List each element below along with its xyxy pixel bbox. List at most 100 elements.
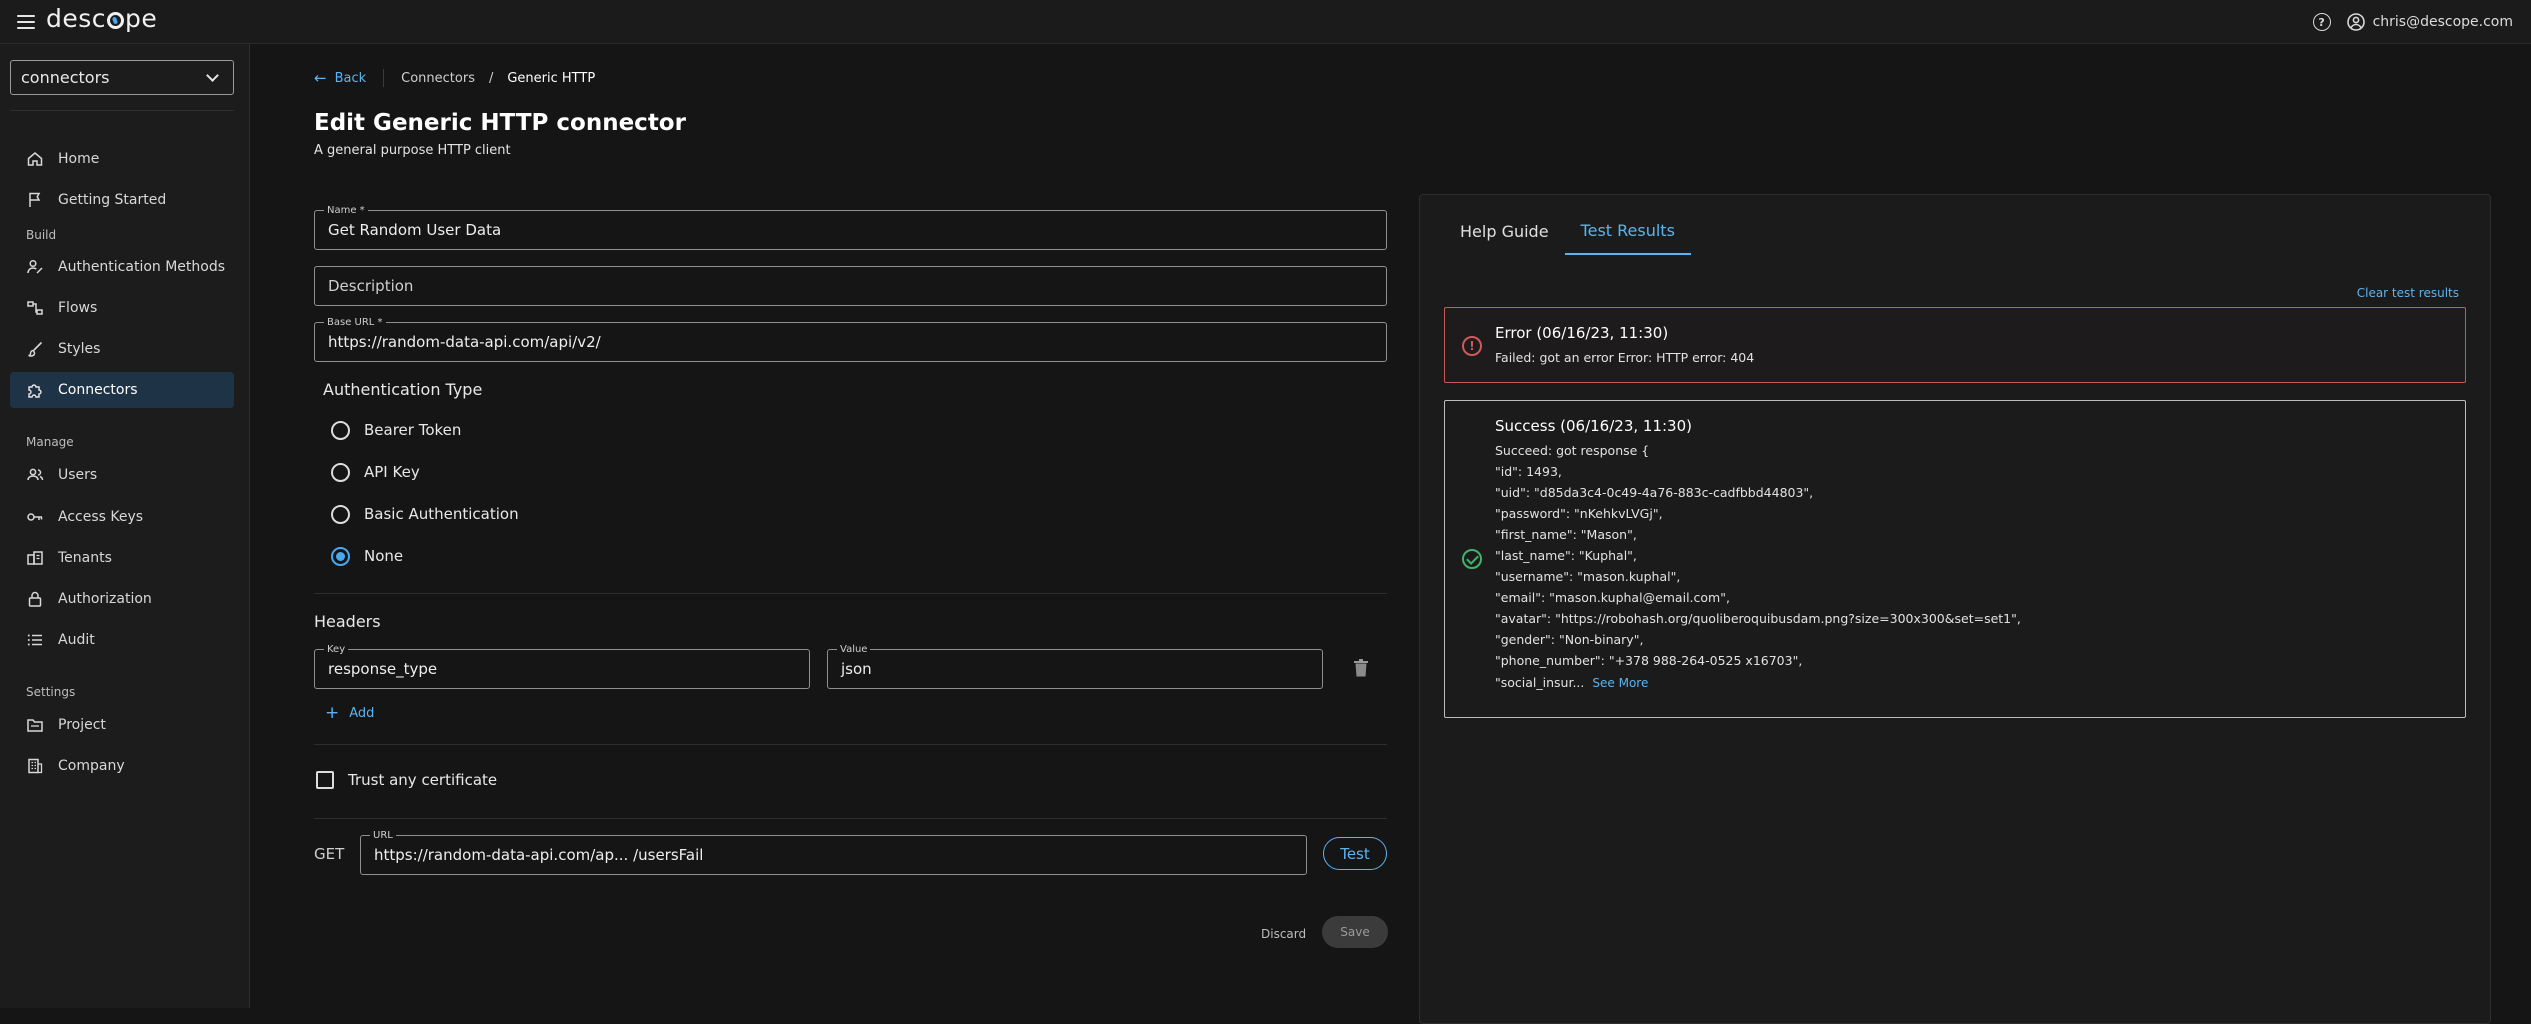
sidebar-divider — [10, 110, 234, 111]
response-line: "first_name": "Mason", — [1495, 527, 1637, 542]
sidebar-item-label: Getting Started — [58, 192, 167, 208]
response-line: "username": "mason.kuphal", — [1495, 569, 1681, 584]
sidebar-item-connectors[interactable]: Connectors — [10, 372, 234, 408]
response-line: "uid": "d85da3c4-0c49-4a76-883c-cadfbbd4… — [1495, 485, 1814, 500]
header-value-field[interactable]: Value json — [827, 644, 1323, 689]
error-title: Error (06/16/23, 11:30) — [1495, 324, 1669, 342]
page-title: Edit Generic HTTP connector — [314, 110, 686, 136]
sidebar-item-tenants[interactable]: Tenants — [10, 540, 234, 576]
name-field-value: Get Random User Data — [328, 221, 502, 239]
sidebar-item-audit[interactable]: Audit — [10, 622, 234, 658]
save-button[interactable]: Save — [1322, 916, 1388, 948]
test-url-field[interactable]: URL https://random-data-api.com/ap... /u… — [360, 830, 1307, 875]
help-circle-icon[interactable]: ? — [2312, 13, 2331, 31]
project-select[interactable]: connectors — [10, 60, 234, 95]
sidebar-item-label: Authentication Methods — [58, 259, 226, 275]
tab-test-results[interactable]: Test Results — [1564, 207, 1691, 255]
error-icon: ! — [1462, 336, 1482, 356]
tenants-icon — [27, 551, 43, 565]
test-panel: Help Guide Test Results Clear test resul… — [1419, 194, 2491, 1024]
header-key-field[interactable]: Key response_type — [314, 644, 810, 689]
header-value-value: json — [841, 660, 872, 678]
authentication-type-title: Authentication Type — [323, 380, 483, 399]
sidebar-item-label: Authorization — [58, 591, 152, 607]
trust-certificate-checkbox[interactable]: Trust any certificate — [316, 771, 497, 789]
test-url-value: https://random-data-api.com/ap... /users… — [374, 846, 704, 864]
error-message: Failed: got an error Error: HTTP error: … — [1495, 350, 1755, 365]
test-button[interactable]: Test — [1323, 837, 1387, 870]
home-icon — [27, 152, 43, 166]
checkbox[interactable] — [316, 771, 334, 789]
tab-help-guide[interactable]: Help Guide — [1444, 207, 1565, 255]
radio-button[interactable] — [331, 420, 350, 440]
sidebar-item-company[interactable]: Company — [10, 748, 234, 784]
main-content: ← Back Connectors / Generic HTTP Edit Gen… — [251, 44, 2531, 1024]
success-title: Success (06/16/23, 11:30) — [1495, 417, 1692, 435]
breadcrumb-connectors[interactable]: Connectors — [401, 71, 475, 86]
radio-bearer-token[interactable]: Bearer Token — [331, 418, 461, 442]
radio-label: None — [364, 547, 404, 565]
sidebar-item-authorization[interactable]: Authorization — [10, 581, 234, 617]
sidebar-item-flows[interactable]: Flows — [10, 290, 234, 326]
response-line: "gender": "Non-binary", — [1495, 632, 1644, 647]
header-key-value: response_type — [328, 660, 438, 678]
page-subtitle: A general purpose HTTP client — [314, 143, 511, 158]
response-line: "id": 1493, — [1495, 464, 1562, 479]
sidebar-item-label: Tenants — [58, 550, 112, 566]
radio-button[interactable] — [331, 462, 350, 482]
breadcrumb-current: Generic HTTP — [507, 70, 596, 86]
section-label-manage: Manage — [26, 435, 74, 449]
building-icon — [28, 758, 43, 774]
menu-icon[interactable] — [17, 11, 39, 33]
radio-button[interactable] — [331, 504, 350, 524]
flows-icon — [27, 301, 43, 315]
sidebar-item-getting-started[interactable]: Getting Started — [10, 182, 234, 218]
back-button[interactable]: ← Back — [314, 69, 366, 87]
flag-icon — [29, 192, 41, 207]
trash-icon[interactable] — [1352, 658, 1370, 678]
logo-text-end: pe — [125, 4, 158, 33]
breadcrumb-separator: / — [488, 70, 494, 86]
sidebar-item-styles[interactable]: Styles — [10, 331, 234, 367]
response-line: "phone_number": "+378 988-264-0525 x1670… — [1495, 653, 1803, 668]
section-divider — [314, 744, 1387, 745]
section-label-build: Build — [26, 228, 57, 242]
radio-none[interactable]: None — [331, 544, 403, 568]
see-more-link[interactable]: See More — [1592, 676, 1648, 690]
section-divider — [314, 593, 1387, 594]
radio-button-checked[interactable] — [331, 546, 350, 566]
sidebar-item-users[interactable]: Users — [10, 457, 234, 493]
sidebar-item-label: Flows — [58, 300, 98, 316]
chevron-down-icon — [206, 68, 219, 82]
descope-logo[interactable]: desc pe — [46, 4, 157, 33]
clear-test-results-button[interactable]: Clear test results — [2357, 286, 2459, 300]
response-line: "last_name": "Kuphal", — [1495, 548, 1637, 563]
success-result: Success (06/16/23, 11:30) Succeed: got r… — [1444, 400, 2466, 718]
project-select-value: connectors — [21, 68, 110, 87]
sidebar-item-project[interactable]: Project — [10, 707, 234, 743]
sidebar-item-authentication-methods[interactable]: Authentication Methods — [10, 249, 234, 285]
top-bar: desc pe ? chris@descope.com — [0, 0, 2531, 44]
name-field[interactable]: Name * Get Random User Data — [314, 205, 1387, 250]
sidebar-item-home[interactable]: Home — [10, 141, 234, 177]
user-menu[interactable]: chris@descope.com — [2346, 13, 2513, 31]
radio-basic-authentication[interactable]: Basic Authentication — [331, 502, 519, 526]
sidebar-item-label: Connectors — [58, 382, 138, 398]
radio-api-key[interactable]: API Key — [331, 460, 420, 484]
sidebar-item-label: Users — [58, 467, 98, 483]
http-method: GET — [314, 845, 345, 863]
response-line: "email": "mason.kuphal@email.com", — [1495, 590, 1730, 605]
description-placeholder: Description — [328, 277, 414, 295]
sidebar-item-label: Styles — [58, 341, 101, 357]
description-field[interactable]: Description — [314, 266, 1387, 306]
sidebar-item-access-keys[interactable]: Access Keys — [10, 499, 234, 535]
base-url-field-value: https://random-data-api.com/api/v2/ — [328, 333, 601, 351]
auth-methods-icon — [27, 259, 43, 274]
discard-button[interactable]: Discard — [1261, 927, 1306, 941]
radio-label: API Key — [364, 463, 420, 481]
add-header-button[interactable]: + Add — [325, 703, 374, 723]
sidebar-item-label: Home — [58, 151, 100, 167]
base-url-field[interactable]: Base URL * https://random-data-api.com/a… — [314, 317, 1387, 362]
users-icon — [27, 468, 44, 481]
truncated-line: "social_insur... — [1495, 675, 1585, 690]
